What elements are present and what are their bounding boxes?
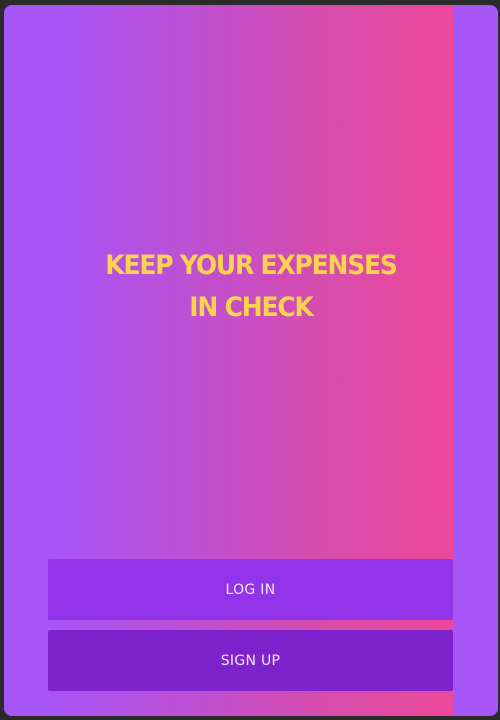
login-button[interactable]: LOG IN [48,559,453,620]
headline-line-2: IN CHECK [189,291,314,323]
welcome-screen: KEEP YOUR EXPENSES IN CHECK LOG IN SIGN … [4,5,498,716]
side-panel [453,5,498,716]
headline-line-1: KEEP YOUR EXPENSES [105,249,398,281]
welcome-headline: KEEP YOUR EXPENSES IN CHECK [4,244,498,328]
signup-button[interactable]: SIGN UP [48,630,453,691]
